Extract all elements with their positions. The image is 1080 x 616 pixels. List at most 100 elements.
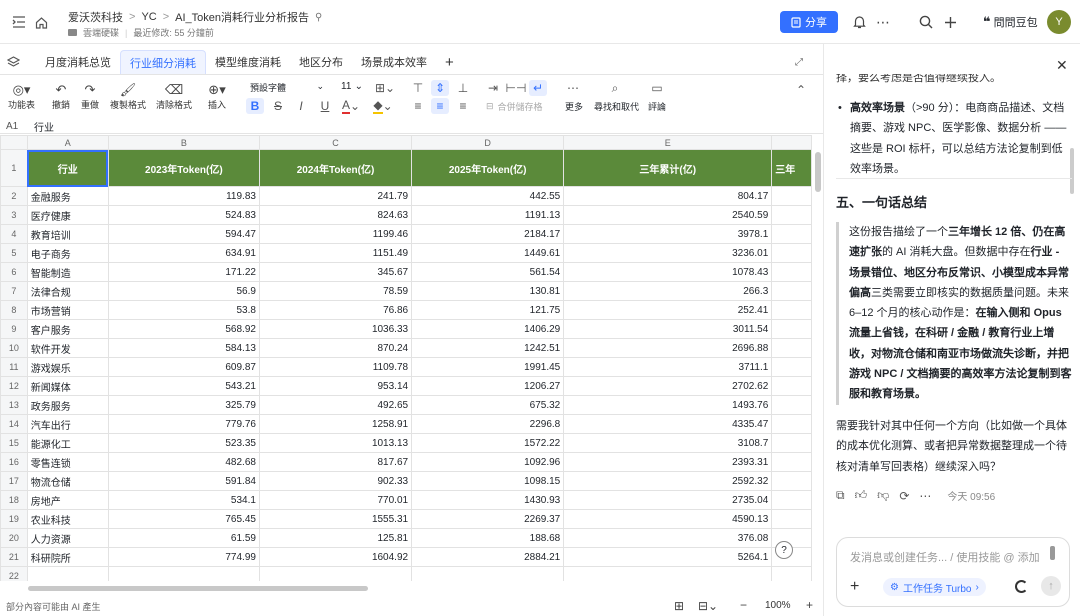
merge-cells-button[interactable]: ⊟ 合併儲存格: [486, 100, 543, 113]
value-cell[interactable]: 1151.49: [258, 243, 413, 263]
zoom-in-icon[interactable]: +: [806, 598, 813, 612]
value-cell[interactable]: 1406.29: [411, 319, 565, 339]
fit-width-icon[interactable]: ⊢⊣: [506, 80, 527, 96]
value-cell[interactable]: [771, 262, 812, 282]
value-cell[interactable]: 252.41: [563, 300, 773, 320]
value-cell[interactable]: 524.83: [107, 205, 260, 225]
value-cell[interactable]: 1493.76: [563, 395, 773, 415]
value-cell[interactable]: 1098.15: [411, 471, 565, 491]
header-cell[interactable]: 三年累计(亿): [563, 149, 773, 187]
border-icon[interactable]: ⊞⌄: [372, 80, 398, 96]
value-cell[interactable]: 1078.43: [563, 262, 773, 282]
value-cell[interactable]: 188.68: [411, 528, 565, 548]
copy-icon[interactable]: ⧉: [836, 488, 845, 503]
row-number[interactable]: 9: [0, 319, 28, 339]
value-cell[interactable]: 523.35: [107, 433, 260, 453]
message-composer[interactable]: 发消息或创建任务... / 使用技能 @ 添加 + ⚙ 工作任务 Turbo › ↑: [836, 537, 1070, 607]
value-cell[interactable]: 1242.51: [411, 338, 565, 358]
document-title[interactable]: AI_Token消耗行业分析报告: [175, 9, 309, 25]
value-cell[interactable]: 534.1: [107, 490, 260, 510]
layout-view-icon[interactable]: ⊟⌄: [698, 599, 718, 613]
column-header[interactable]: A: [26, 135, 109, 150]
more-icon[interactable]: ⋯: [919, 489, 931, 503]
message-input[interactable]: 发消息或创建任务... / 使用技能 @ 添加: [850, 549, 1040, 565]
row-number[interactable]: 13: [0, 395, 28, 415]
value-cell[interactable]: [771, 357, 812, 377]
row-number[interactable]: 20: [0, 528, 28, 548]
add-icon[interactable]: [941, 13, 959, 31]
value-cell[interactable]: 56.9: [107, 281, 260, 301]
value-cell[interactable]: [771, 414, 812, 434]
align-center-icon[interactable]: ≡: [431, 98, 449, 114]
header-cell[interactable]: 三年: [771, 149, 812, 187]
empty-cell[interactable]: [258, 566, 413, 581]
value-cell[interactable]: [771, 224, 812, 244]
align-middle-icon[interactable]: ⇕: [431, 80, 449, 96]
value-cell[interactable]: 2735.04: [563, 490, 773, 510]
value-cell[interactable]: 171.22: [107, 262, 260, 282]
empty-cell[interactable]: [563, 566, 773, 581]
value-cell[interactable]: [771, 395, 812, 415]
value-cell[interactable]: 817.67: [258, 452, 413, 472]
industry-cell[interactable]: 金融服务: [26, 186, 109, 206]
add-sheet-icon[interactable]: +: [436, 50, 463, 74]
value-cell[interactable]: 482.68: [107, 452, 260, 472]
industry-cell[interactable]: 科研院所: [26, 547, 109, 567]
undo-button[interactable]: ↶ 撤銷: [52, 82, 70, 111]
value-cell[interactable]: 824.63: [258, 205, 413, 225]
value-cell[interactable]: 543.21: [107, 376, 260, 396]
home-icon[interactable]: [32, 13, 50, 31]
value-cell[interactable]: 4590.13: [563, 509, 773, 529]
industry-cell[interactable]: 客户服务: [26, 319, 109, 339]
value-cell[interactable]: 376.08: [563, 528, 773, 548]
row-number[interactable]: 19: [0, 509, 28, 529]
row-number[interactable]: 15: [0, 433, 28, 453]
feature-table-button[interactable]: ◎▾ 功能表: [8, 82, 35, 111]
value-cell[interactable]: 2696.88: [563, 338, 773, 358]
sidebar-toggle-icon[interactable]: [10, 13, 28, 31]
value-cell[interactable]: 1572.22: [411, 433, 565, 453]
font-family-select[interactable]: 預設字體 ⌄: [250, 81, 324, 94]
value-cell[interactable]: 675.32: [411, 395, 565, 415]
tab-scenario-efficiency[interactable]: 场景成本效率: [352, 50, 436, 74]
value-cell[interactable]: 2884.21: [411, 547, 565, 567]
value-cell[interactable]: 2269.37: [411, 509, 565, 529]
copy-format-button[interactable]: 🖌 複製格式: [110, 82, 146, 111]
industry-cell[interactable]: 智能制造: [26, 262, 109, 282]
grid-view-icon[interactable]: ⊞: [674, 599, 684, 613]
tab-monthly-overview[interactable]: 月度消耗总览: [36, 50, 120, 74]
font-color-icon[interactable]: A ⌄: [340, 98, 362, 114]
bold-icon[interactable]: B: [246, 98, 264, 114]
value-cell[interactable]: [771, 243, 812, 263]
value-cell[interactable]: 4335.47: [563, 414, 773, 434]
comment-label[interactable]: 評論: [648, 100, 666, 113]
value-cell[interactable]: 1604.92: [258, 547, 413, 567]
find-replace-label[interactable]: 尋找和取代: [594, 100, 639, 113]
value-cell[interactable]: 609.87: [107, 357, 260, 377]
find-replace-icon[interactable]: ⌕: [606, 80, 624, 96]
search-icon[interactable]: [917, 13, 935, 31]
industry-cell[interactable]: 房地产: [26, 490, 109, 510]
row-number[interactable]: 16: [0, 452, 28, 472]
insert-button[interactable]: ⊕▾ 插入: [208, 82, 226, 111]
align-top-icon[interactable]: ⊤: [409, 80, 427, 96]
industry-cell[interactable]: 市场营销: [26, 300, 109, 320]
value-cell[interactable]: 3236.01: [563, 243, 773, 263]
redo-button[interactable]: ↷ 重做: [81, 82, 99, 111]
empty-cell[interactable]: [771, 566, 812, 581]
value-cell[interactable]: 774.99: [107, 547, 260, 567]
value-cell[interactable]: 1206.27: [411, 376, 565, 396]
value-cell[interactable]: 634.91: [107, 243, 260, 263]
ask-assistant-button[interactable]: ❝ 問問豆包: [983, 14, 1038, 30]
value-cell[interactable]: 568.92: [107, 319, 260, 339]
value-cell[interactable]: 3978.1: [563, 224, 773, 244]
row-number[interactable]: 6: [0, 262, 28, 282]
value-cell[interactable]: 594.47: [107, 224, 260, 244]
industry-cell[interactable]: 法律合规: [26, 281, 109, 301]
tab-industry-breakdown[interactable]: 行业细分消耗: [120, 50, 206, 74]
value-cell[interactable]: 76.86: [258, 300, 413, 320]
value-cell[interactable]: [771, 186, 812, 206]
value-cell[interactable]: 2296.8: [411, 414, 565, 434]
industry-cell[interactable]: 新闻媒体: [26, 376, 109, 396]
value-cell[interactable]: [771, 376, 812, 396]
